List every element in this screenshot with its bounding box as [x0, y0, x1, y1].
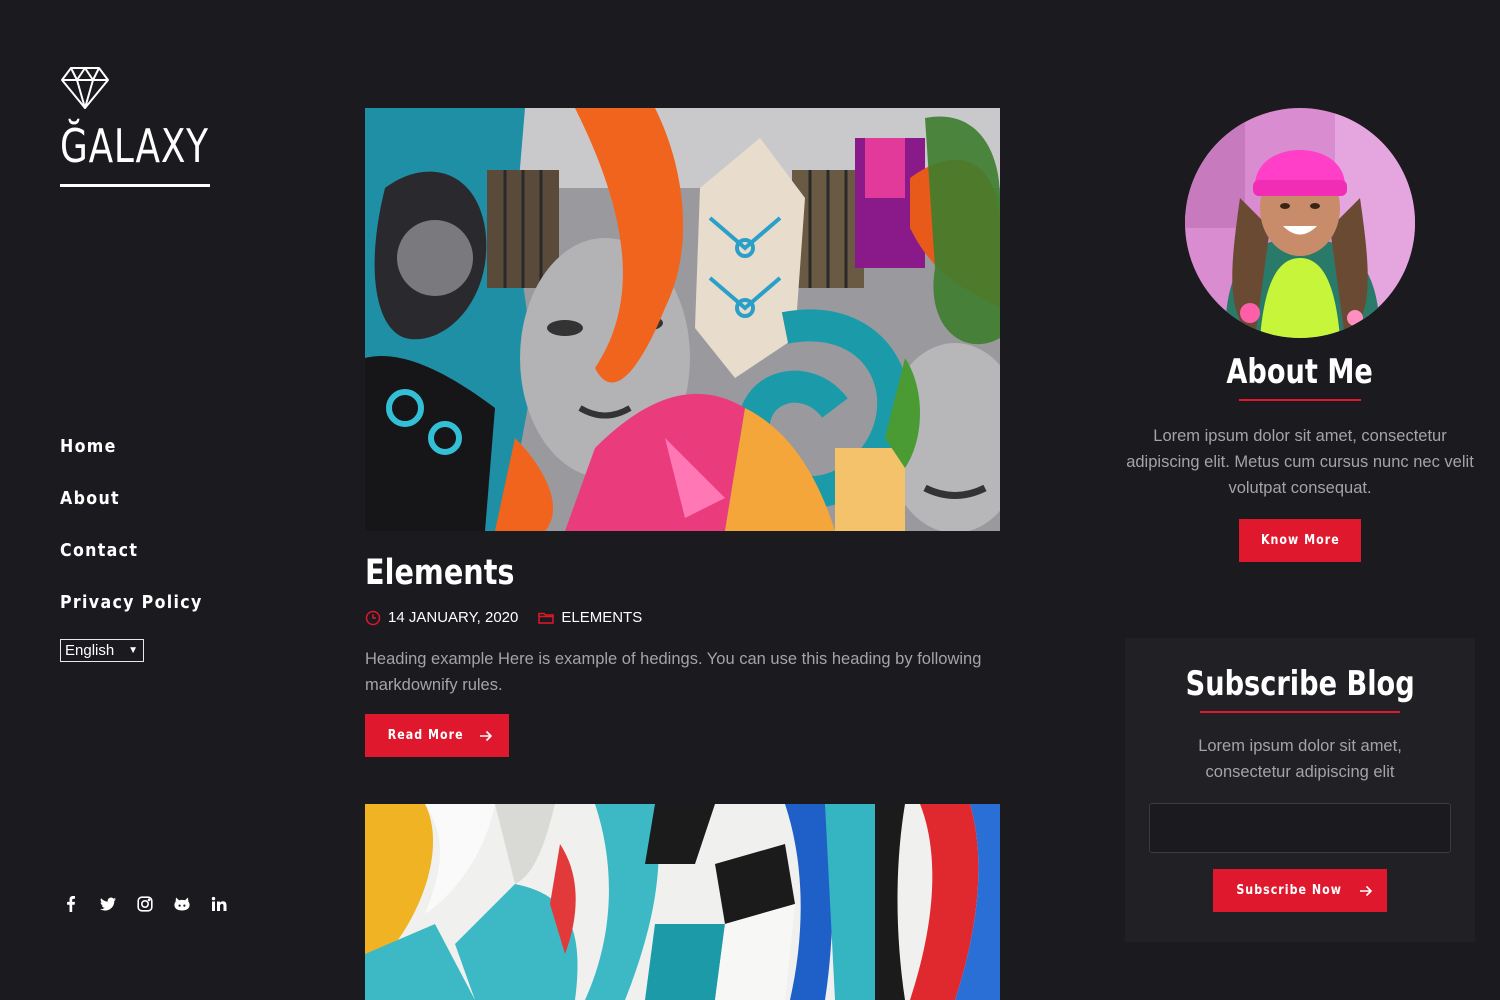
post-meta: 14 JANUARY, 2020 ELEMENTS	[365, 609, 1000, 626]
about-title-underline	[1239, 399, 1361, 401]
diamond-icon	[61, 67, 109, 109]
brand-name: ĞALAXY	[60, 119, 209, 173]
nav-item-contact: Contact	[60, 540, 222, 592]
read-more-button[interactable]: Read More	[365, 714, 509, 757]
post-date-text: 14 JANUARY, 2020	[388, 609, 519, 626]
nav-link-contact[interactable]: Contact	[60, 540, 138, 561]
post-date: 14 JANUARY, 2020	[365, 609, 518, 626]
know-more-label: Know More	[1260, 533, 1340, 548]
post-image-abstract[interactable]	[365, 804, 1000, 1000]
post-excerpt: Heading example Here is example of hedin…	[365, 650, 982, 694]
about-title: About Me	[1226, 352, 1374, 392]
subscribe-button[interactable]: Subscribe Now	[1213, 869, 1387, 912]
twitter-icon[interactable]	[99, 895, 117, 913]
know-more-button[interactable]: Know More	[1239, 519, 1361, 562]
chevron-down-icon: ▼	[128, 645, 138, 656]
social-links	[62, 895, 228, 913]
nav-link-about[interactable]: About	[60, 488, 120, 509]
about-text: Lorem ipsum dolor sit amet, consectetur …	[1126, 427, 1474, 497]
subscribe-title: Subscribe Blog	[1185, 664, 1415, 704]
arrow-right-icon	[479, 730, 492, 741]
nav-item-home: Home	[60, 436, 222, 488]
main-nav: Home About Contact Privacy Policy	[60, 436, 222, 644]
subscribe-label: Subscribe Now	[1236, 883, 1342, 898]
post-image-mural[interactable]	[365, 108, 1000, 531]
nav-link-privacy-policy[interactable]: Privacy Policy	[60, 592, 203, 613]
page: ĞALAXY Home About Contact Privacy Policy…	[0, 0, 1500, 1000]
post-title[interactable]: Elements	[365, 553, 886, 593]
arrow-right-icon	[1360, 885, 1373, 896]
github-icon[interactable]	[173, 895, 191, 913]
post-category[interactable]: ELEMENTS	[538, 609, 642, 626]
facebook-icon[interactable]	[62, 895, 80, 913]
brand-underline	[60, 184, 210, 187]
clock-icon	[365, 610, 381, 625]
instagram-icon[interactable]	[136, 895, 154, 913]
blog-post	[365, 804, 1000, 1000]
language-selected: English	[65, 642, 115, 659]
nav-item-about: About	[60, 488, 222, 540]
nav-link-home[interactable]: Home	[60, 436, 117, 457]
subscribe-text: Lorem ipsum dolor sit amet, consectetur …	[1198, 737, 1402, 781]
folder-icon	[538, 612, 555, 624]
read-more-label: Read More	[388, 728, 464, 743]
about-widget: About Me Lorem ipsum dolor sit amet, con…	[1125, 108, 1475, 562]
language-select[interactable]: English ▼	[60, 639, 144, 662]
post-category-text: ELEMENTS	[561, 609, 643, 626]
blog-post: Elements 14 JANUARY, 2020 ELEMENTS Headi…	[365, 108, 1000, 757]
linkedin-icon[interactable]	[210, 895, 228, 913]
author-avatar	[1185, 108, 1415, 338]
brand-logo[interactable]: ĞALAXY	[60, 66, 210, 187]
email-field[interactable]	[1149, 803, 1451, 853]
nav-item-privacy-policy: Privacy Policy	[60, 592, 222, 644]
subscribe-widget: Subscribe Blog Lorem ipsum dolor sit ame…	[1125, 638, 1475, 942]
subscribe-title-underline	[1200, 711, 1400, 713]
